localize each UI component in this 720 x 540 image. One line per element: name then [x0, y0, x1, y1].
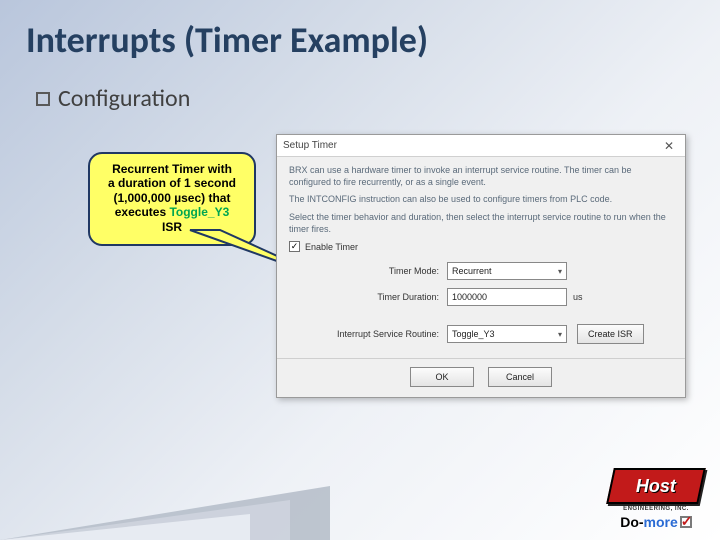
- callout-line: a duration of 1 second: [100, 176, 244, 190]
- timer-mode-value: Recurrent: [452, 266, 492, 276]
- setup-timer-dialog: Setup Timer ✕ BRX can use a hardware tim…: [276, 134, 686, 398]
- timer-duration-row: Timer Duration: us: [289, 288, 673, 306]
- dialog-footer: OK Cancel: [277, 358, 685, 397]
- cancel-button[interactable]: Cancel: [488, 367, 552, 387]
- dialog-description: The INTCONFIG instruction can also be us…: [289, 194, 673, 206]
- enable-timer-checkbox[interactable]: ✓: [289, 241, 300, 252]
- timer-mode-label: Timer Mode:: [289, 266, 447, 276]
- checkmark-icon: [680, 516, 692, 528]
- domore-logo: Do-more: [620, 514, 692, 530]
- close-icon: ✕: [664, 139, 674, 153]
- timer-duration-unit: us: [573, 292, 583, 302]
- timer-mode-select[interactable]: Recurrent ▾: [447, 262, 567, 280]
- host-logo: Host: [606, 468, 706, 504]
- isr-value: Toggle_Y3: [452, 329, 495, 339]
- callout-line: executes Toggle_Y3: [100, 205, 244, 219]
- decoration-triangles: [0, 470, 360, 540]
- bullet-text: Configuration: [58, 84, 190, 113]
- timer-duration-input[interactable]: [447, 288, 567, 306]
- dialog-title: Setup Timer: [283, 140, 337, 151]
- create-isr-button[interactable]: Create ISR: [577, 324, 644, 344]
- dialog-description: Select the timer behavior and duration, …: [289, 212, 673, 235]
- dialog-description: BRX can use a hardware timer to invoke a…: [289, 165, 673, 188]
- domore-more: more: [644, 514, 678, 530]
- callout-line: (1,000,000 µsec) that: [100, 191, 244, 205]
- triangle-icon: [0, 514, 250, 540]
- host-logo-subtext: ENGINEERING, INC.: [623, 506, 689, 512]
- bullet-square-icon: [36, 92, 50, 106]
- timer-mode-row: Timer Mode: Recurrent ▾: [289, 262, 673, 280]
- isr-row: Interrupt Service Routine: Toggle_Y3 ▾ C…: [289, 324, 673, 344]
- timer-duration-label: Timer Duration:: [289, 292, 447, 302]
- dialog-body: BRX can use a hardware timer to invoke a…: [277, 157, 685, 358]
- domore-do: Do-: [620, 514, 643, 530]
- isr-label: Interrupt Service Routine:: [289, 329, 447, 339]
- chevron-down-icon: ▾: [558, 330, 562, 339]
- enable-timer-label: Enable Timer: [305, 242, 358, 252]
- bullet-row: Configuration: [0, 62, 720, 113]
- ok-button[interactable]: OK: [410, 367, 474, 387]
- dialog-titlebar: Setup Timer ✕: [277, 135, 685, 157]
- callout-isr-name: Toggle_Y3: [169, 205, 229, 219]
- enable-timer-row: ✓ Enable Timer: [289, 241, 673, 252]
- close-button[interactable]: ✕: [655, 137, 683, 155]
- slide-title: Interrupts (Timer Example): [0, 0, 720, 62]
- chevron-down-icon: ▾: [558, 267, 562, 276]
- host-logo-text: Host: [636, 476, 676, 497]
- callout-line: Recurrent Timer with: [100, 162, 244, 176]
- logo-area: Host ENGINEERING, INC. Do-more: [606, 468, 706, 530]
- isr-select[interactable]: Toggle_Y3 ▾: [447, 325, 567, 343]
